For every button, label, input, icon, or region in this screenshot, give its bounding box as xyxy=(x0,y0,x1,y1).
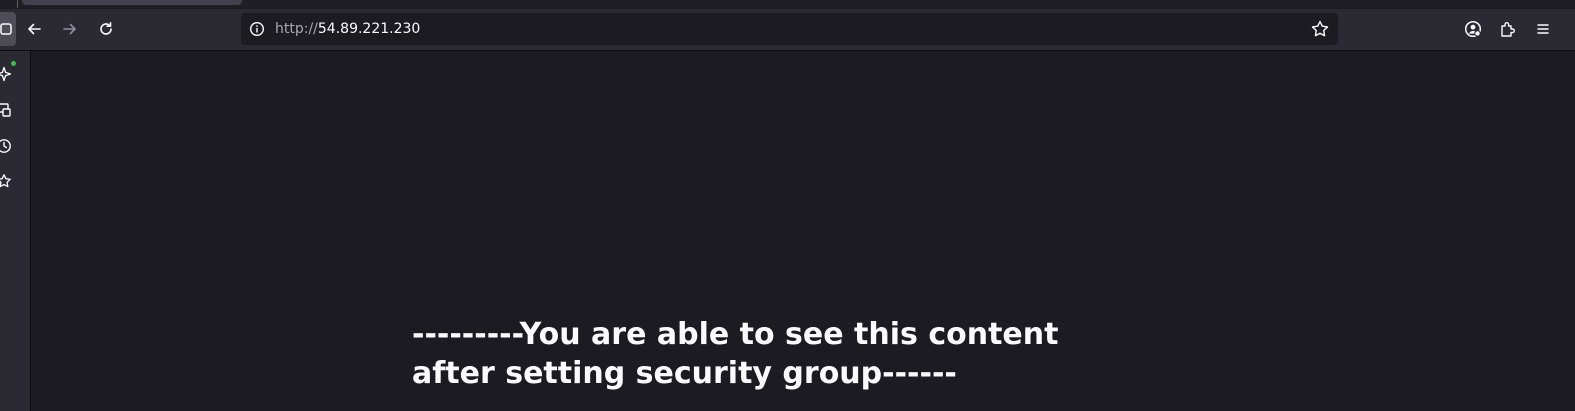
url-host: 54.89.221.230 xyxy=(317,21,421,37)
notification-dot xyxy=(11,61,16,66)
history-icon[interactable] xyxy=(0,138,12,154)
extensions-button[interactable] xyxy=(1492,13,1524,45)
reload-button[interactable] xyxy=(90,13,122,45)
arrow-left-icon xyxy=(28,23,41,35)
url-scheme: http:// xyxy=(275,21,318,37)
app-menu-button[interactable] xyxy=(1527,13,1559,45)
info-icon[interactable] xyxy=(249,21,265,37)
arrow-right-icon xyxy=(63,23,76,35)
account-icon xyxy=(1464,20,1482,38)
back-button[interactable] xyxy=(18,13,50,45)
forward-button[interactable] xyxy=(54,13,86,45)
active-tab[interactable] xyxy=(22,0,242,5)
sidebar-rail xyxy=(0,51,31,411)
synced-tabs-icon[interactable] xyxy=(0,102,12,118)
url-text[interactable]: http://54.89.221.230 xyxy=(275,13,420,45)
sidebar-icon xyxy=(0,23,12,35)
tab-strip xyxy=(0,0,1575,8)
sidebar-toggle-button[interactable] xyxy=(0,12,16,46)
page-message: ---------You are able to see this conten… xyxy=(412,317,1059,391)
bookmarks-icon[interactable] xyxy=(0,173,12,189)
nav-toolbar: http://54.89.221.230 xyxy=(0,9,1575,51)
puzzle-icon xyxy=(1501,22,1515,37)
reload-icon xyxy=(100,22,112,35)
tab-divider xyxy=(17,0,18,8)
address-bar[interactable]: http://54.89.221.230 xyxy=(241,13,1338,45)
account-button[interactable] xyxy=(1457,13,1489,45)
hamburger-menu-icon xyxy=(1537,24,1549,34)
sparkle-icon[interactable] xyxy=(0,66,12,82)
star-icon[interactable] xyxy=(1310,19,1330,39)
page-content: ---------You are able to see this conten… xyxy=(31,51,1575,411)
